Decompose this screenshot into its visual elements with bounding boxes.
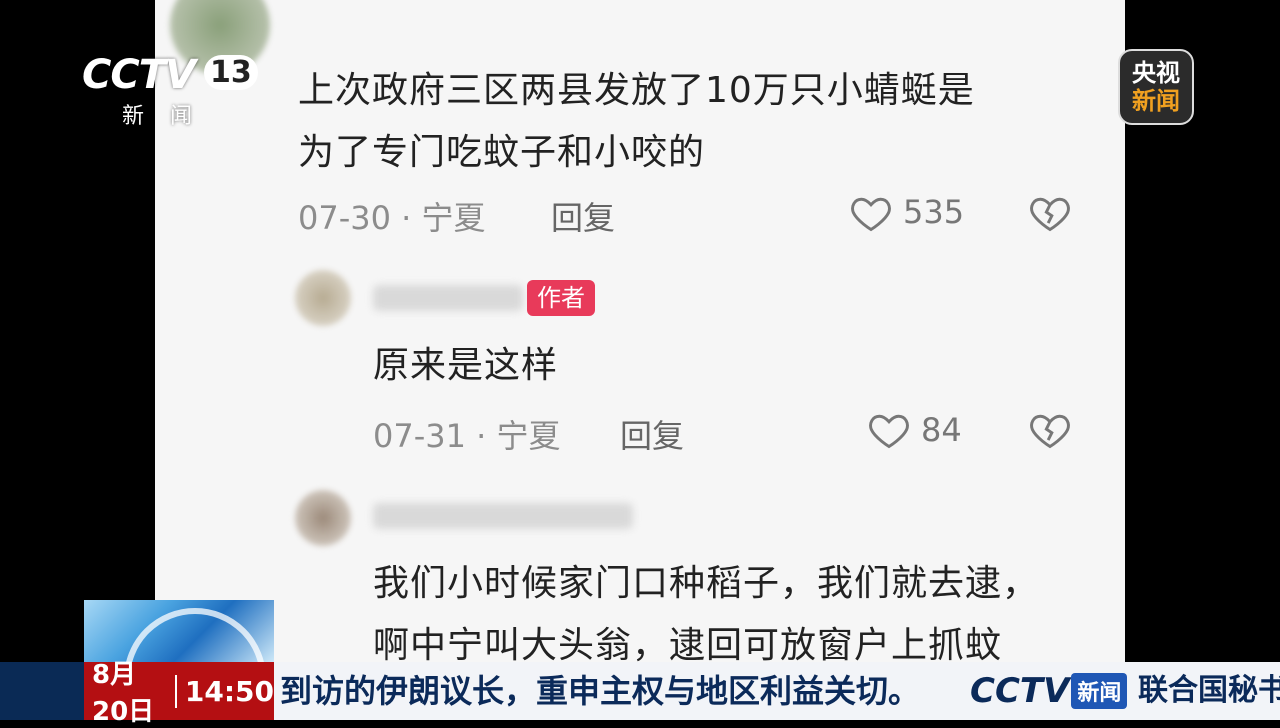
- comment-location: 宁夏: [421, 199, 486, 237]
- ticker-date: 8月20日: [92, 660, 155, 727]
- channel-number: 13: [204, 55, 258, 90]
- comment-location: 宁夏: [496, 417, 561, 455]
- ticker-next-headline: 联合国秘书: [1134, 662, 1280, 720]
- comment-date: 07-31: [373, 417, 466, 455]
- dislike-heart-icon[interactable]: [1028, 191, 1072, 235]
- ticker-time: 14:50: [174, 674, 274, 708]
- avatar[interactable]: [295, 490, 351, 546]
- comment-text: 原来是这样: [373, 345, 559, 386]
- heart-icon[interactable]: [867, 408, 911, 452]
- channel-sub: 新闻: [122, 104, 219, 129]
- cctv-wordmark: CCTV: [82, 52, 196, 98]
- like-count: 84: [921, 411, 962, 449]
- heart-icon[interactable]: [849, 191, 893, 235]
- comment-text: 我们小时候家门口种稻子，我们就去逮， 啊中宁叫大头翁，逮回可放窗户上抓蚊: [373, 563, 1040, 662]
- reply-button[interactable]: 回复: [620, 411, 684, 457]
- ticker-headline: 到访的伊朗议长，重申主权与地区利益关切。: [274, 662, 964, 720]
- watermark-logo: 央视 新闻: [1118, 49, 1194, 125]
- reply-button[interactable]: 回复: [551, 193, 615, 239]
- username-blurred[interactable]: [373, 503, 633, 529]
- ticker-thumbnail: [84, 600, 274, 662]
- comment-meta: 07-30 · 宁夏: [298, 199, 486, 237]
- dislike-heart-icon[interactable]: [1028, 408, 1072, 452]
- ticker-logo: CCTV 新闻: [964, 662, 1134, 720]
- comment-text: 上次政府三区两县发放了10万只小蜻蜓是 为了专门吃蚊子和小咬的: [298, 70, 975, 173]
- channel-logo: CCTV 13 新闻: [82, 52, 258, 129]
- avatar[interactable]: [295, 270, 351, 326]
- author-badge: 作者: [527, 280, 595, 316]
- username-blurred[interactable]: [373, 285, 523, 311]
- comment-panel: 上次政府三区两县发放了10万只小蜻蜓是 为了专门吃蚊子和小咬的 07-30 · …: [155, 0, 1125, 662]
- comment-date: 07-30: [298, 199, 391, 237]
- comment-meta: 07-31 · 宁夏: [373, 417, 561, 455]
- ticker-datetime: 8月20日 14:50: [84, 660, 274, 727]
- like-count: 535: [903, 193, 965, 231]
